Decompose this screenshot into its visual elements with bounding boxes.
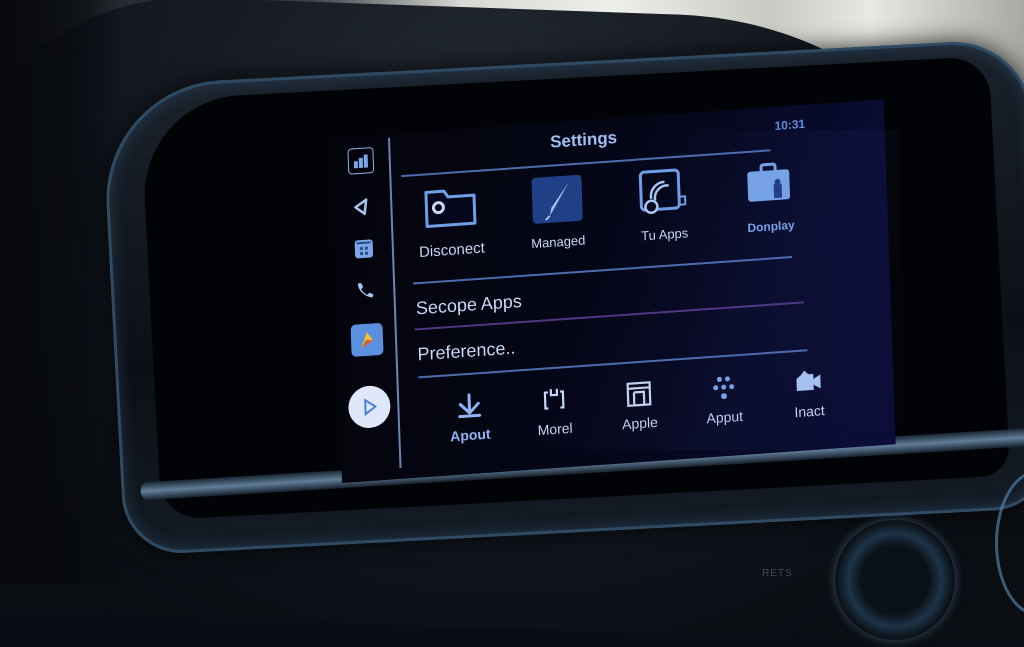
- bottom-item-label: Apout: [449, 425, 491, 445]
- folder-icon: [424, 189, 477, 228]
- sidebar-item-apps[interactable]: [347, 147, 375, 175]
- sidebar-item-maps[interactable]: [350, 322, 384, 358]
- sidebar-item-calendar[interactable]: [354, 239, 374, 259]
- apps-grid-icon: [353, 154, 369, 169]
- grid-item-label: Managed: [530, 232, 586, 252]
- infotainment-display: Settings 10:31 Disconect Managed Tu Apps…: [330, 99, 901, 483]
- calendar-icon: [356, 241, 371, 256]
- bottom-item-apple[interactable]: Apple: [599, 376, 681, 452]
- hardware-button-label: RETS: [762, 568, 793, 579]
- sidebar-item-navigation[interactable]: [351, 195, 374, 219]
- bracket-device-icon: [543, 388, 565, 410]
- sidebar-item-play[interactable]: [347, 384, 392, 430]
- bottom-item-label: Inact: [794, 402, 825, 421]
- grid-item-label: Disconect: [418, 239, 486, 262]
- bottom-item-apout[interactable]: Apout: [429, 388, 511, 464]
- wireless-icon: [639, 168, 687, 214]
- feather-pen-icon: [531, 174, 583, 224]
- phone-icon: [358, 283, 374, 298]
- bottom-item-morel[interactable]: Morel: [514, 382, 596, 458]
- play-icon: [364, 398, 378, 417]
- bottom-item-label: Morel: [537, 419, 573, 439]
- grid-item-tu-apps[interactable]: Tu Apps: [612, 163, 715, 260]
- sidebar-item-phone[interactable]: [354, 279, 377, 303]
- grid-item-label: Donplay: [747, 217, 795, 236]
- window-grid-icon: [626, 381, 652, 408]
- briefcase-icon: [747, 162, 790, 202]
- bottom-item-label: Apput: [706, 407, 744, 427]
- camera-icon: [796, 370, 821, 392]
- dots-cluster-icon: [713, 376, 735, 400]
- grid-item-donplay[interactable]: Donplay: [719, 156, 822, 253]
- volume-knob[interactable]: [835, 520, 955, 640]
- bottom-item-apput[interactable]: Apput: [683, 370, 765, 446]
- navigation-triangle-icon: [354, 198, 368, 216]
- bottom-item-label: Apple: [621, 413, 659, 433]
- grid-item-disconnect[interactable]: Disconect: [400, 178, 503, 275]
- maps-icon: [361, 331, 374, 349]
- grid-item-managed[interactable]: Managed: [506, 171, 609, 268]
- grid-item-label: Tu Apps: [640, 225, 689, 244]
- download-arrow-icon: [458, 393, 482, 419]
- status-time: 10:31: [774, 116, 806, 133]
- dashboard-shadow: [0, 0, 120, 585]
- bottom-item-inact[interactable]: Inact: [768, 364, 850, 440]
